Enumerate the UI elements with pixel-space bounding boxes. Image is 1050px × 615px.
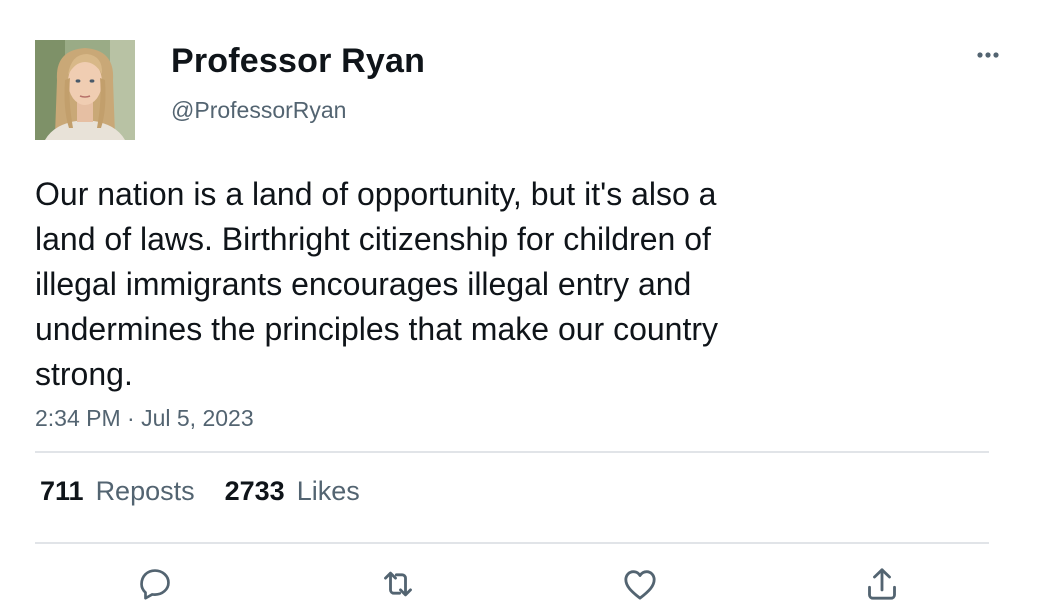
share-icon: [868, 568, 896, 600]
more-horizontal-icon: [977, 52, 999, 58]
likes-count: 2733: [224, 476, 285, 506]
tweet-text: Our nation is a land of opportunity, but…: [35, 176, 719, 392]
heart-icon: [624, 570, 656, 600]
more-options-button[interactable]: [968, 40, 1008, 70]
likes-label: Likes: [296, 476, 360, 506]
reply-button[interactable]: [133, 562, 177, 606]
likes-stat[interactable]: 2733 Likes: [225, 476, 360, 507]
reposts-label: Reposts: [95, 476, 195, 506]
share-button[interactable]: [860, 562, 904, 606]
tweet-timestamp[interactable]: 2:34 PM · Jul 5, 2023: [35, 405, 254, 432]
display-name[interactable]: Professor Ryan: [171, 42, 425, 81]
avatar[interactable]: [35, 40, 135, 140]
like-button[interactable]: [618, 562, 662, 606]
reply-icon: [140, 569, 170, 600]
user-handle[interactable]: @ProfessorRyan: [171, 97, 346, 124]
repost-icon: [384, 571, 412, 597]
engagement-stats: 711 Reposts 2733 Likes: [40, 476, 360, 507]
divider: [35, 451, 989, 453]
repost-button[interactable]: [376, 562, 420, 606]
reposts-count: 711: [40, 476, 84, 506]
avatar-image: [35, 40, 135, 140]
tweet-card: Professor Ryan @ProfessorRyan Our nation…: [0, 0, 1050, 615]
divider: [35, 542, 989, 544]
reposts-stat[interactable]: 711 Reposts: [40, 476, 195, 507]
